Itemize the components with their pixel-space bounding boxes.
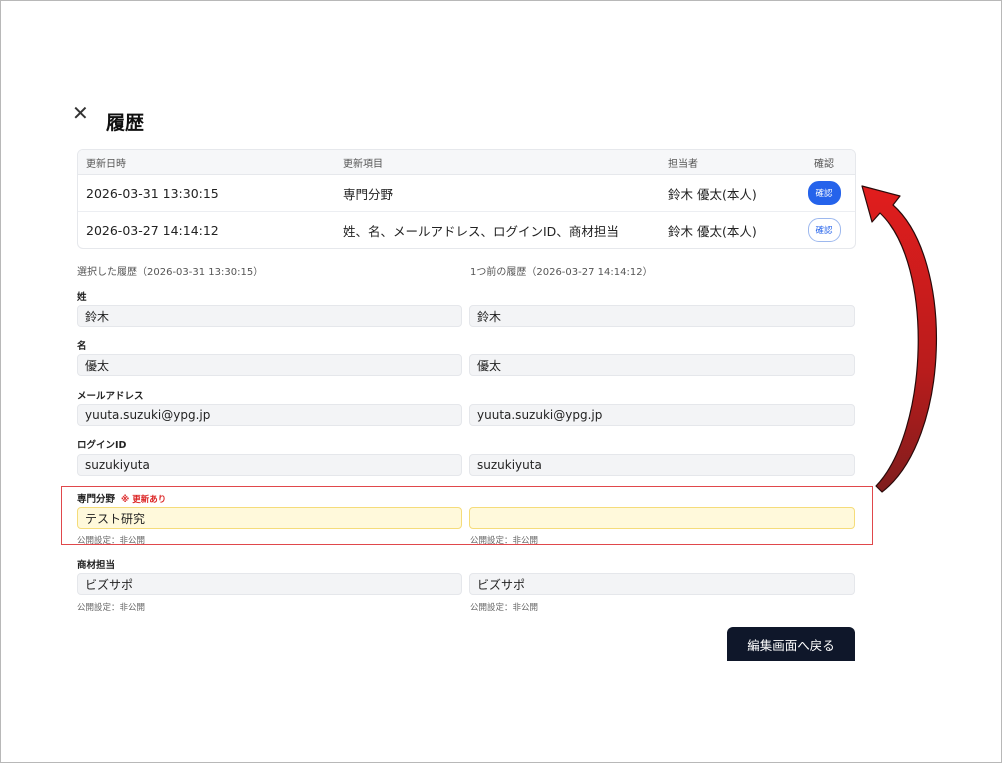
annotation-arrow-icon	[861, 185, 938, 493]
